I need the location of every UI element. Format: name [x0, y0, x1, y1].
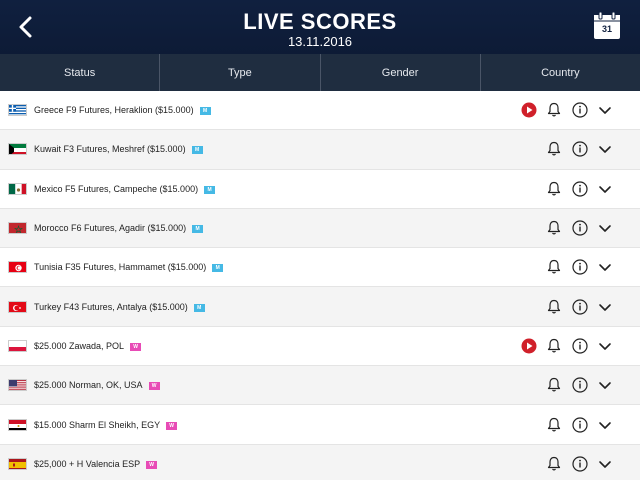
info-icon[interactable] — [571, 455, 589, 473]
bell-icon[interactable] — [545, 298, 563, 316]
bell-icon[interactable] — [545, 337, 563, 355]
gender-badge: M — [199, 107, 211, 116]
gender-badge: M — [192, 225, 204, 234]
gender-badge: M — [193, 303, 205, 312]
chevron-down-icon[interactable] — [596, 337, 614, 355]
country-flag — [8, 339, 27, 352]
page-date: 13.11.2016 — [287, 34, 353, 49]
bell-icon[interactable] — [545, 180, 563, 198]
country-flag — [8, 261, 27, 274]
gender-badge: W — [148, 382, 160, 391]
play-icon[interactable] — [520, 101, 538, 119]
chevron-down-icon[interactable] — [596, 101, 614, 119]
tournament-name: $25,000 + H Valencia ESP — [34, 458, 141, 469]
info-icon[interactable] — [571, 258, 589, 276]
tournament-row[interactable]: Kuwait F3 Futures, Meshref ($15.000) M — [0, 130, 640, 170]
country-flag — [8, 104, 27, 117]
tournament-row[interactable]: Turkey F43 Futures, Antalya ($15.000) M — [0, 287, 640, 327]
play-icon[interactable] — [520, 337, 538, 355]
tournament-row[interactable]: $15.000 Sharm El Sheikh, EGY W — [0, 405, 640, 445]
tournament-row[interactable]: $25.000 Norman, OK, USA W — [0, 366, 640, 406]
info-icon[interactable] — [571, 180, 589, 198]
chevron-down-icon[interactable] — [596, 455, 614, 473]
tournament-row[interactable]: Mexico F5 Futures, Campeche ($15.000) M — [0, 170, 640, 209]
info-icon[interactable] — [571, 416, 589, 434]
filter-bar: Status Type Gender Country — [0, 54, 640, 91]
filter-type[interactable]: Type — [160, 54, 321, 91]
tournament-row[interactable]: $25,000 + H Valencia ESP W — [0, 444, 640, 480]
info-icon[interactable] — [571, 298, 589, 316]
app-header: LIVE SCORES 13.11.2016 31 — [0, 0, 640, 54]
chevron-down-icon[interactable] — [596, 376, 614, 394]
chevron-down-icon[interactable] — [596, 219, 614, 237]
chevron-down-icon[interactable] — [596, 180, 614, 198]
tournament-name: $15.000 Sharm El Sheikh, EGY — [34, 419, 161, 430]
country-flag — [8, 457, 27, 470]
filter-gender[interactable]: Gender — [321, 54, 481, 91]
country-flag — [8, 418, 27, 431]
info-icon[interactable] — [571, 140, 589, 158]
tournament-name: $25.000 Norman, OK, USA — [34, 380, 143, 391]
gender-badge: W — [146, 460, 158, 469]
bell-icon[interactable] — [545, 140, 563, 158]
tournament-name: Tunisia F35 Futures, Hammamet ($15.000) — [34, 262, 207, 273]
calendar-day: 31 — [601, 24, 612, 34]
country-flag — [8, 143, 27, 156]
chevron-down-icon[interactable] — [596, 298, 614, 316]
calendar-button[interactable]: 31 — [591, 10, 623, 42]
info-icon[interactable] — [571, 376, 589, 394]
bell-icon[interactable] — [545, 416, 563, 434]
chevron-down-icon[interactable] — [596, 140, 614, 158]
bell-icon[interactable] — [545, 258, 563, 276]
country-flag — [8, 182, 27, 195]
tournament-name: Morocco F6 Futures, Agadir ($15.000) — [34, 223, 187, 234]
gender-badge: W — [166, 421, 178, 430]
gender-badge: M — [212, 264, 224, 273]
chevron-down-icon[interactable] — [596, 416, 614, 434]
bell-icon[interactable] — [545, 219, 563, 237]
bell-icon[interactable] — [545, 455, 563, 473]
tournament-row[interactable]: $25.000 Zawada, POL W — [0, 327, 640, 367]
tournament-name: $25.000 Zawada, POL — [34, 340, 125, 351]
info-icon[interactable] — [571, 101, 589, 119]
tournament-row[interactable]: Greece F9 Futures, Heraklion ($15.000) M — [0, 91, 640, 131]
gender-badge: M — [191, 146, 203, 155]
bell-icon[interactable] — [545, 101, 563, 119]
filter-status[interactable]: Status — [0, 54, 161, 91]
gender-badge: M — [204, 185, 216, 194]
chevron-down-icon[interactable] — [596, 258, 614, 276]
country-flag — [8, 300, 27, 313]
tournament-name: Kuwait F3 Futures, Meshref ($15.000) — [34, 144, 186, 155]
tournament-row[interactable]: Morocco F6 Futures, Agadir ($15.000) M — [0, 208, 640, 249]
country-flag — [8, 379, 27, 392]
tournament-name: Mexico F5 Futures, Campeche ($15.000) — [34, 183, 199, 194]
tournament-name: Turkey F43 Futures, Antalya ($15.000) — [34, 301, 188, 312]
tournament-name: Greece F9 Futures, Heraklion ($15.000) — [34, 105, 194, 116]
gender-badge: W — [130, 342, 142, 351]
tournament-list: Greece F9 Futures, Heraklion ($15.000) M … — [0, 91, 640, 480]
info-icon[interactable] — [571, 219, 589, 237]
filter-country[interactable]: Country — [481, 54, 640, 91]
info-icon[interactable] — [571, 337, 589, 355]
page-title: LIVE SCORES — [243, 9, 397, 34]
tournament-row[interactable]: Tunisia F35 Futures, Hammamet ($15.000) M — [0, 248, 640, 288]
bell-icon[interactable] — [545, 376, 563, 394]
country-flag — [8, 222, 27, 235]
